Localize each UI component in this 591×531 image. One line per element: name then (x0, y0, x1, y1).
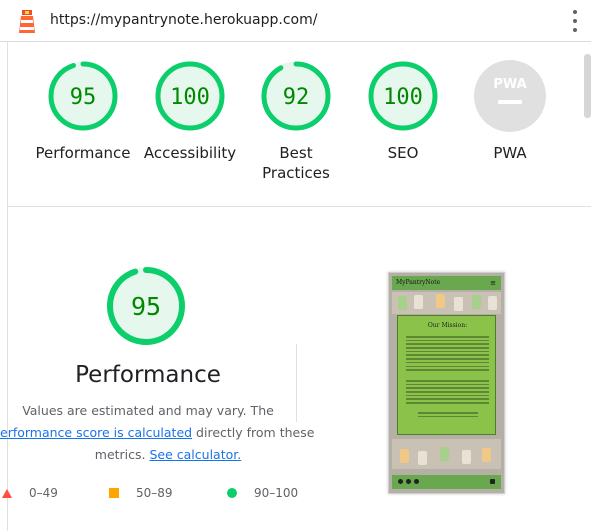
score-value: 92 (283, 85, 310, 110)
description-text: Values are estimated and may vary. The (22, 403, 274, 418)
gauge-pwa[interactable]: PWA PWA (455, 60, 565, 163)
gauge-label: Performance (35, 144, 131, 162)
score-value: 95 (70, 85, 97, 110)
gauge-seo[interactable]: 100 SEO (348, 60, 458, 163)
gauge-accessibility[interactable]: 100 Accessibility (135, 60, 245, 163)
score-value: 100 (383, 85, 423, 110)
legend-average: 50–89 (109, 486, 173, 500)
score-calculation-link[interactable]: erformance score is calculated (0, 425, 192, 440)
lighthouse-icon (19, 10, 35, 33)
square-icon (109, 488, 119, 498)
thumbnail-mission-panel: Our Mission: (397, 315, 496, 435)
thumbnail-shelf (392, 292, 501, 314)
performance-gauge: 95 (107, 267, 185, 345)
see-calculator-link[interactable]: See calculator. (149, 447, 241, 462)
pwa-badge-text: PWA (493, 77, 526, 92)
gauge-label: Best Practices (262, 144, 330, 182)
legend-range: 50–89 (136, 486, 173, 500)
page-url[interactable]: https://mypantrynote.herokuapp.com/ (50, 12, 317, 28)
performance-description: Values are estimated and may vary. The e… (0, 400, 314, 466)
performance-title: Performance (75, 362, 221, 388)
category-gauges: 95 Performance 100 Accessibility 92 Best… (0, 60, 591, 190)
triangle-icon (2, 488, 12, 498)
score-ring: 92 (261, 61, 331, 131)
score-ring: 95 (48, 61, 118, 131)
pwa-badge-icon: PWA (474, 60, 546, 132)
thumbnail-panel-title: Our Mission: (427, 322, 468, 329)
legend-range: 0–49 (29, 486, 58, 500)
more-options-icon[interactable] (568, 10, 582, 32)
gauge-performance[interactable]: 95 Performance (28, 60, 138, 163)
legend-pass: 90–100 (227, 486, 298, 500)
url-bar: https://mypantrynote.herokuapp.com/ (0, 0, 591, 42)
performance-score: 95 (131, 292, 161, 321)
hamburger-icon: ≡ (490, 279, 496, 287)
thumbnail-shelf (392, 439, 501, 469)
score-ring: 100 (368, 61, 438, 131)
section-divider (7, 206, 591, 207)
gauge-best-practices[interactable]: 92 Best Practices (241, 60, 351, 183)
description-text: metrics. (94, 447, 150, 462)
description-text: directly from these (192, 425, 315, 440)
legend-range: 90–100 (254, 486, 299, 500)
score-ring: 100 (155, 61, 225, 131)
page-screenshot-thumbnail[interactable]: MyPantryNote ≡ Our Mission: (388, 272, 505, 494)
gauge-label: Accessibility (143, 144, 237, 162)
score-value: 100 (170, 85, 210, 110)
thumbnail-navbar: MyPantryNote ≡ (392, 276, 501, 290)
legend-fail: 0–49 (2, 486, 58, 500)
thumbnail-brand: MyPantryNote (396, 279, 441, 286)
circle-icon (227, 488, 237, 498)
gauge-label: SEO (387, 144, 419, 162)
thumbnail-footer (392, 475, 501, 489)
gauge-label: PWA (493, 144, 527, 162)
column-divider (296, 344, 297, 422)
